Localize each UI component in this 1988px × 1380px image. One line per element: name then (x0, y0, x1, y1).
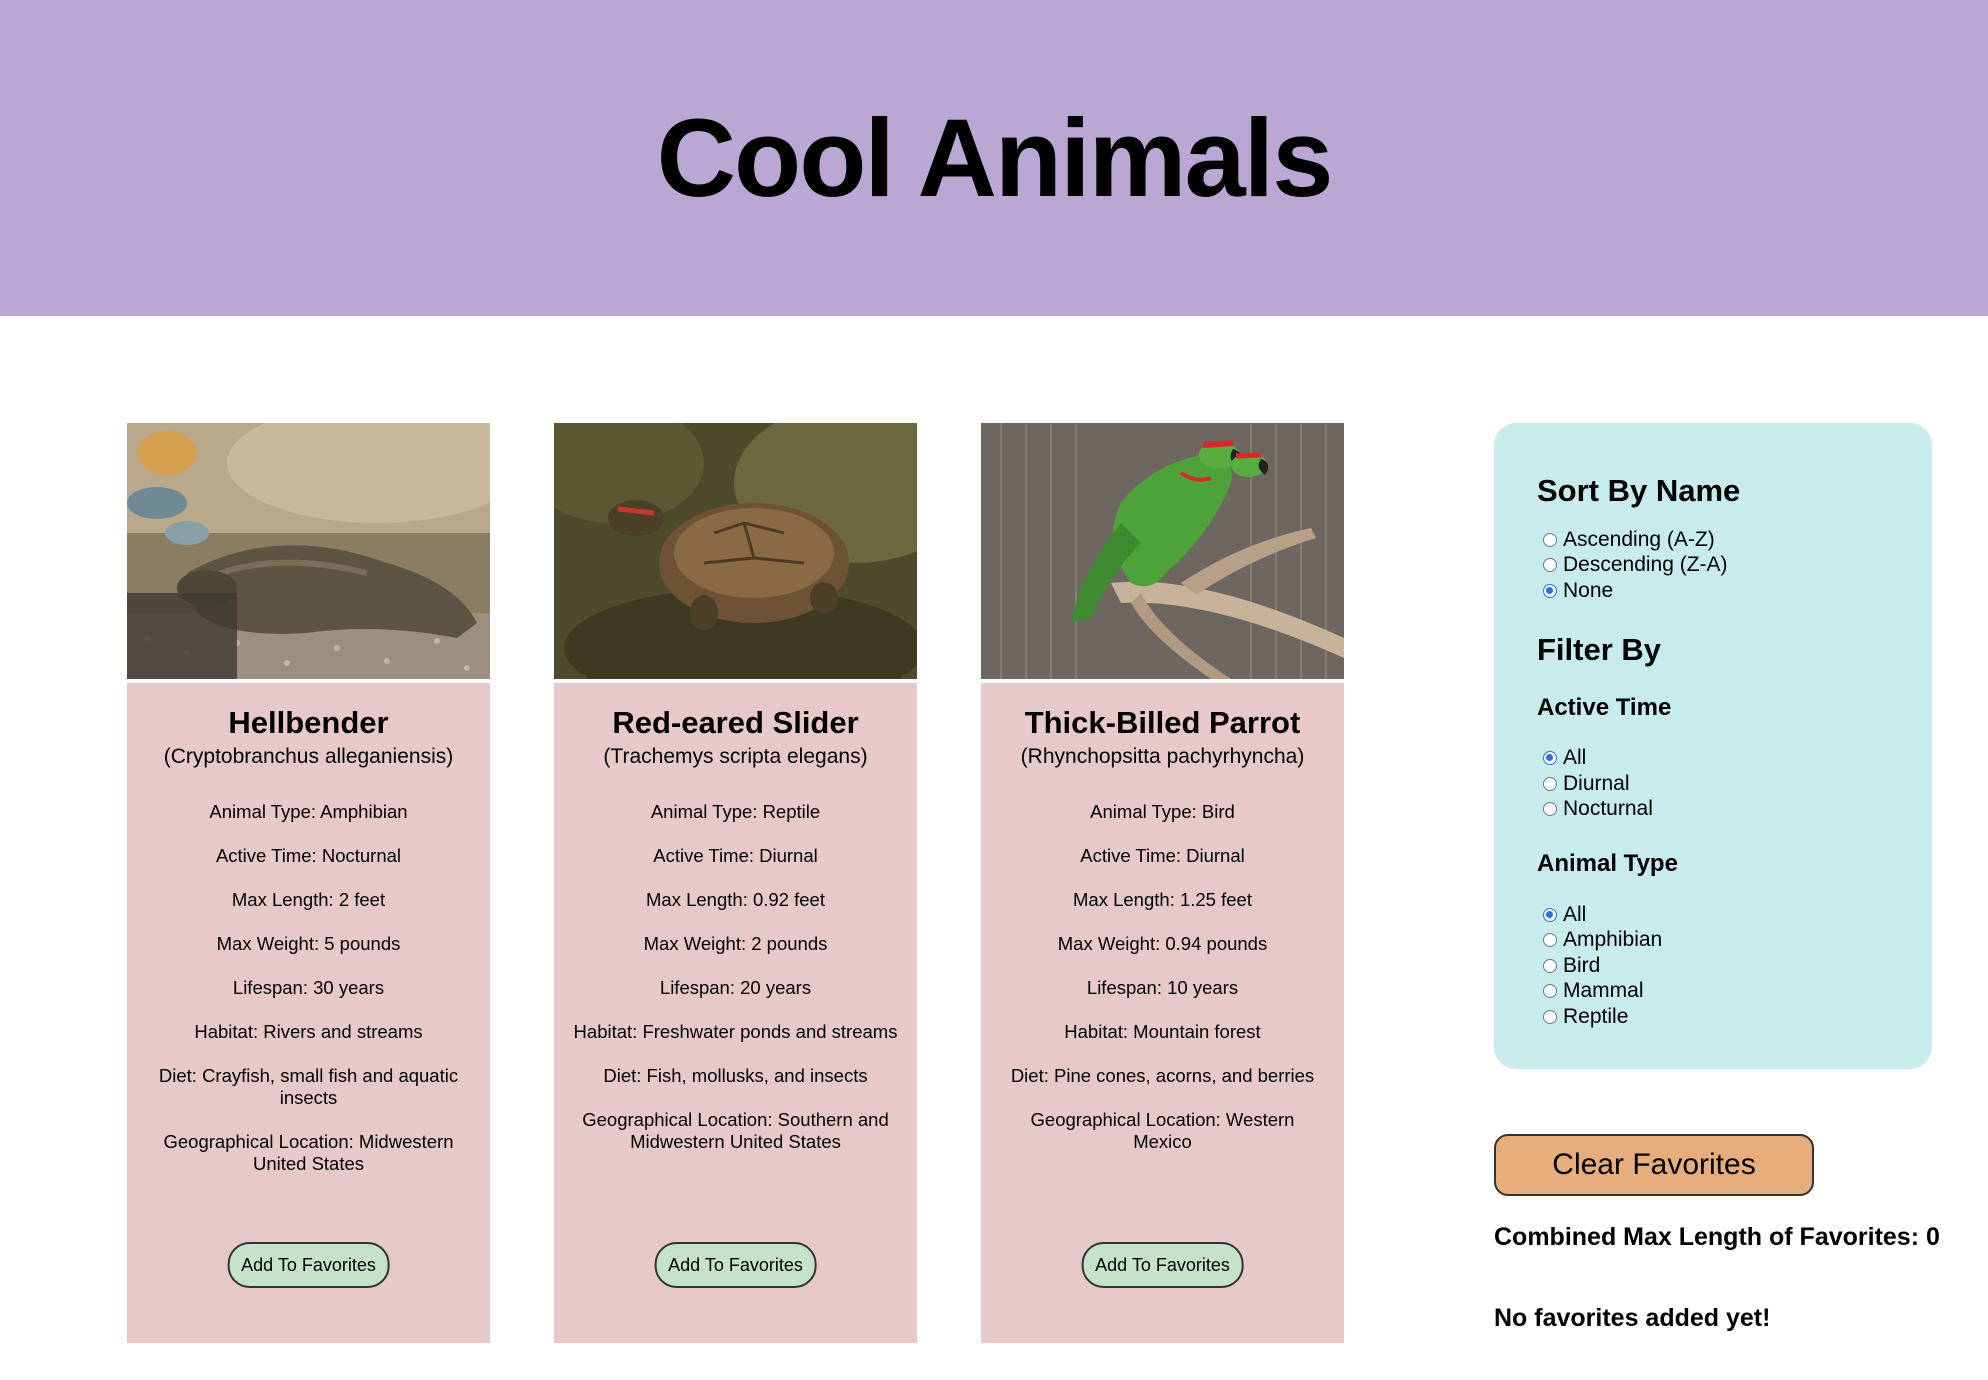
animal-type-option-amphibian[interactable]: Amphibian (1537, 928, 1932, 954)
radio-button[interactable] (1543, 984, 1557, 999)
radio-label: All (1563, 746, 1587, 770)
fact-active-time: Active Time: Diurnal (653, 844, 818, 866)
radio-label: Amphibian (1563, 928, 1663, 952)
radio-label: Nocturnal (1563, 797, 1653, 821)
fact-active-time: Active Time: Diurnal (1080, 844, 1245, 866)
sort-option-none[interactable]: None (1537, 578, 1932, 604)
animal-type-option-mammal[interactable]: Mammal (1537, 979, 1932, 1005)
fact-location: Geographical Location: Western Mexico (1030, 1108, 1295, 1152)
radio-label: Mammal (1563, 979, 1644, 1003)
fact-lifespan: Lifespan: 30 years (232, 976, 385, 998)
animal-name: Thick-Billed Parrot (1024, 705, 1301, 740)
fact-max-weight: Max Weight: 0.94 pounds (1057, 932, 1268, 954)
fact-max-weight: Max Weight: 2 pounds (643, 932, 828, 954)
radio-button[interactable] (1543, 532, 1557, 547)
fact-location: Geographical Location: Midwestern United… (163, 1130, 454, 1174)
radio-button-selected[interactable] (1543, 751, 1557, 766)
add-to-favorites-button[interactable]: Add To Favorites (1081, 1242, 1244, 1288)
add-to-favorites-button[interactable]: Add To Favorites (227, 1242, 390, 1288)
fact-habitat: Habitat: Rivers and streams (194, 1020, 423, 1042)
sort-option-ascending[interactable]: Ascending (A-Z) (1537, 527, 1932, 553)
thick-billed-parrot-photo (981, 423, 1344, 683)
radio-label: Diurnal (1563, 771, 1630, 795)
filter-heading: Filter By (1537, 631, 1662, 667)
page-header: Cool Animals (0, 0, 1988, 316)
fact-diet: Diet: Crayfish, small fish and aquatic i… (158, 1064, 459, 1108)
fact-animal-type: Animal Type: Reptile (650, 800, 821, 822)
filter-panel: Sort By Name Ascending (A-Z) Descending … (1494, 423, 1932, 1069)
clear-favorites-button[interactable]: Clear Favorites (1494, 1134, 1814, 1196)
radio-button-selected[interactable] (1543, 907, 1557, 922)
sort-option-descending[interactable]: Descending (Z-A) (1537, 553, 1932, 579)
red-eared-slider-photo (554, 423, 917, 683)
radio-label: None (1563, 578, 1614, 602)
fact-max-weight: Max Weight: 5 pounds (216, 932, 401, 954)
fact-habitat: Habitat: Mountain forest (1064, 1020, 1261, 1042)
fact-max-length: Max Length: 2 feet (231, 888, 386, 910)
radio-label: Ascending (A-Z) (1563, 527, 1715, 551)
combined-max-length: Combined Max Length of Favorites: 0 (1494, 1223, 1940, 1251)
scientific-name: (Cryptobranchus alleganiensis) (163, 744, 454, 768)
favorites-empty-message: No favorites added yet! (1494, 1304, 1771, 1332)
fact-max-length: Max Length: 0.92 feet (646, 888, 825, 910)
radio-button[interactable] (1543, 1009, 1557, 1024)
active-time-option-all[interactable]: All (1537, 746, 1932, 772)
sort-radio-group: Ascending (A-Z) Descending (Z-A) None (1537, 527, 1932, 604)
radio-button-selected[interactable] (1543, 583, 1557, 598)
fact-animal-type: Animal Type: Bird (1090, 800, 1235, 822)
animal-type-option-all[interactable]: All (1537, 902, 1932, 928)
animal-facts: Animal Type: Bird Active Time: Diurnal M… (1000, 801, 1325, 1175)
animal-type-radio-group: All Amphibian Bird Mammal Reptile (1537, 902, 1932, 1030)
fact-lifespan: Lifespan: 10 years (1086, 976, 1239, 998)
radio-button[interactable] (1543, 802, 1557, 817)
fact-lifespan: Lifespan: 20 years (659, 976, 812, 998)
active-time-option-nocturnal[interactable]: Nocturnal (1537, 797, 1932, 823)
radio-label: All (1563, 902, 1587, 926)
radio-label: Reptile (1563, 1004, 1629, 1028)
animal-name: Red-eared Slider (612, 705, 859, 740)
sort-heading: Sort By Name (1537, 473, 1741, 508)
animal-type-option-reptile[interactable]: Reptile (1537, 1004, 1932, 1030)
animal-type-option-bird[interactable]: Bird (1537, 953, 1932, 979)
add-to-favorites-button[interactable]: Add To Favorites (654, 1242, 817, 1288)
radio-button[interactable] (1543, 933, 1557, 948)
radio-label: Descending (Z-A) (1563, 553, 1728, 577)
fact-active-time: Active Time: Nocturnal (215, 844, 402, 866)
animal-card: Thick-Billed Parrot (Rhynchopsitta pachy… (981, 423, 1344, 1343)
radio-button[interactable] (1543, 776, 1557, 791)
animal-facts: Animal Type: Reptile Active Time: Diurna… (573, 801, 898, 1175)
active-time-option-diurnal[interactable]: Diurnal (1537, 771, 1932, 797)
fact-habitat: Habitat: Freshwater ponds and streams (573, 1020, 898, 1042)
animal-name: Hellbender (228, 705, 389, 740)
animal-facts: Animal Type: Amphibian Active Time: Noct… (146, 801, 471, 1197)
page-title: Cool Animals (656, 96, 1334, 220)
fact-max-length: Max Length: 1.25 feet (1073, 888, 1252, 910)
animal-cards: Hellbender (Cryptobranchus alleganiensis… (127, 423, 1344, 1343)
fact-diet: Diet: Fish, mollusks, and insects (603, 1064, 868, 1086)
radio-button[interactable] (1543, 558, 1557, 573)
animal-type-heading: Animal Type (1537, 850, 1678, 877)
radio-label: Bird (1563, 953, 1601, 977)
hellbender-photo (127, 423, 490, 683)
animal-card: Hellbender (Cryptobranchus alleganiensis… (127, 423, 490, 1343)
animal-card: Red-eared Slider (Trachemys scripta eleg… (554, 423, 917, 1343)
radio-button[interactable] (1543, 958, 1557, 973)
scientific-name: (Trachemys scripta elegans) (603, 744, 868, 768)
active-time-heading: Active Time (1537, 693, 1672, 721)
fact-diet: Diet: Pine cones, acorns, and berries (1010, 1064, 1315, 1086)
active-time-radio-group: All Diurnal Nocturnal (1537, 746, 1932, 823)
fact-animal-type: Animal Type: Amphibian (209, 800, 408, 822)
fact-location: Geographical Location: Southern and Midw… (582, 1108, 889, 1152)
scientific-name: (Rhynchopsitta pachyrhyncha) (1020, 744, 1305, 768)
